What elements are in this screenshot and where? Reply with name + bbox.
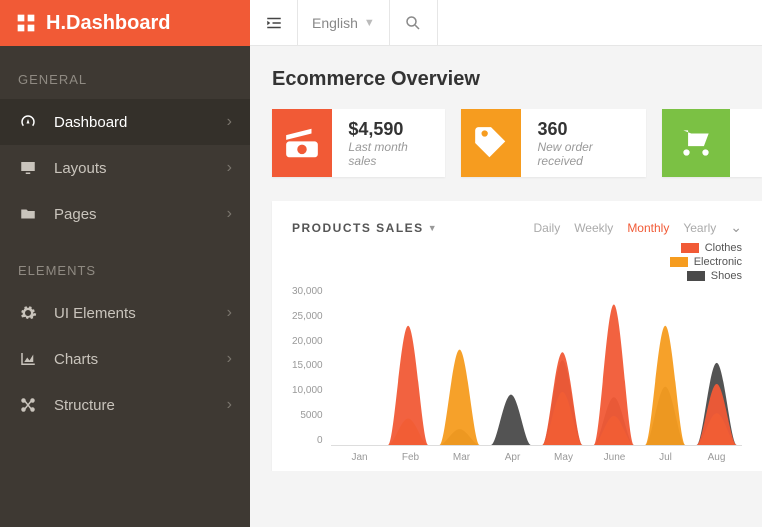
xtick: June — [589, 452, 640, 463]
cart-icon — [662, 109, 730, 177]
ytick: 15,000 — [292, 360, 323, 371]
gear-icon — [18, 304, 38, 322]
ytick: 10,000 — [292, 385, 323, 396]
main: English ▼ Ecommerce Overview $4,590 Last… — [250, 0, 762, 527]
ytick: 20,000 — [292, 336, 323, 347]
ytick: 25,000 — [292, 311, 323, 322]
legend-item: Electronic — [670, 256, 742, 268]
folder-icon — [18, 205, 38, 223]
sidebar-item-label: Layouts — [54, 160, 227, 177]
sidebar: H.Dashboard GENERAL Dashboard › Layouts … — [0, 0, 250, 527]
period-daily[interactable]: Daily — [534, 221, 561, 235]
stat-sub: New order received — [537, 140, 630, 168]
xtick: Jan — [334, 452, 385, 463]
chart-plot — [331, 286, 742, 446]
sidebar-item-dashboard[interactable]: Dashboard › — [0, 99, 250, 145]
x-axis: Jan Feb Mar Apr May June Jul Aug — [292, 452, 742, 463]
chart-area: 30,000 25,000 20,000 15,000 10,000 5000 … — [292, 286, 742, 446]
chart-title-selector[interactable]: PRODUCTS SALES ▼ — [292, 221, 438, 235]
stat-cards: $4,590 Last month sales 360 New order re… — [272, 109, 762, 177]
chevron-right-icon: › — [227, 205, 232, 223]
chart-more-dropdown[interactable]: ⌄ — [730, 219, 742, 236]
chart-legend: Clothes Electronic Shoes — [292, 242, 742, 282]
legend-label: Electronic — [694, 256, 742, 268]
brand-icon — [16, 13, 36, 33]
display-icon — [18, 159, 38, 177]
sidebar-item-charts[interactable]: Charts › — [0, 336, 250, 382]
stat-card-third[interactable] — [662, 109, 762, 177]
chevron-right-icon: › — [227, 396, 232, 414]
language-label: English — [312, 15, 358, 31]
chart-icon — [18, 350, 38, 368]
stat-value: $4,590 — [348, 119, 429, 140]
brand[interactable]: H.Dashboard — [0, 0, 250, 46]
y-axis: 30,000 25,000 20,000 15,000 10,000 5000 … — [292, 286, 331, 446]
legend-swatch — [687, 271, 705, 281]
legend-swatch — [670, 257, 688, 267]
xtick: Mar — [436, 452, 487, 463]
sidebar-item-label: Structure — [54, 397, 227, 414]
period-monthly[interactable]: Monthly — [627, 221, 669, 235]
xtick: Aug — [691, 452, 742, 463]
legend-label: Clothes — [705, 242, 742, 254]
sidebar-item-ui-elements[interactable]: UI Elements › — [0, 290, 250, 336]
xtick: Apr — [487, 452, 538, 463]
sidebar-item-layouts[interactable]: Layouts › — [0, 145, 250, 191]
section-general: GENERAL — [0, 46, 250, 99]
sidebar-item-label: Pages — [54, 206, 227, 223]
structure-icon — [18, 396, 38, 414]
period-yearly[interactable]: Yearly — [683, 221, 716, 235]
money-icon — [272, 109, 332, 177]
caret-down-icon: ▼ — [364, 17, 375, 29]
chevron-right-icon: › — [227, 350, 232, 368]
chevron-right-icon: › — [227, 159, 232, 177]
legend-label: Shoes — [711, 270, 742, 282]
page-title: Ecommerce Overview — [272, 68, 762, 91]
xtick: Jul — [640, 452, 691, 463]
chart-panel: PRODUCTS SALES ▼ Daily Weekly Monthly Ye… — [272, 201, 762, 471]
sidebar-item-label: UI Elements — [54, 305, 227, 322]
period-weekly[interactable]: Weekly — [574, 221, 613, 235]
language-selector[interactable]: English ▼ — [298, 0, 390, 45]
sidebar-item-structure[interactable]: Structure › — [0, 382, 250, 428]
search-button[interactable] — [390, 0, 438, 45]
legend-swatch — [681, 243, 699, 253]
section-elements: ELEMENTS — [0, 237, 250, 290]
xtick: May — [538, 452, 589, 463]
chevron-right-icon: › — [227, 113, 232, 131]
toggle-sidebar-button[interactable] — [250, 0, 298, 45]
search-icon — [404, 14, 422, 32]
indent-icon — [265, 14, 283, 32]
stat-card-sales[interactable]: $4,590 Last month sales — [272, 109, 445, 177]
chart-title: PRODUCTS SALES — [292, 221, 424, 235]
sidebar-item-label: Charts — [54, 351, 227, 368]
sidebar-item-pages[interactable]: Pages › — [0, 191, 250, 237]
legend-item: Clothes — [681, 242, 742, 254]
ytick: 0 — [317, 435, 323, 446]
ytick: 30,000 — [292, 286, 323, 297]
legend-item: Shoes — [687, 270, 742, 282]
caret-down-icon: ▼ — [428, 223, 438, 233]
stat-value: 360 — [537, 119, 630, 140]
gauge-icon — [18, 113, 38, 131]
sidebar-item-label: Dashboard — [54, 114, 227, 131]
chart-period-pager: Daily Weekly Monthly Yearly ⌄ — [534, 219, 742, 236]
stat-sub: Last month sales — [348, 140, 429, 168]
topbar: English ▼ — [250, 0, 762, 46]
tag-icon — [461, 109, 521, 177]
xtick: Feb — [385, 452, 436, 463]
stat-card-orders[interactable]: 360 New order received — [461, 109, 646, 177]
chevron-right-icon: › — [227, 304, 232, 322]
brand-label: H.Dashboard — [46, 12, 170, 35]
ytick: 5000 — [300, 410, 322, 421]
